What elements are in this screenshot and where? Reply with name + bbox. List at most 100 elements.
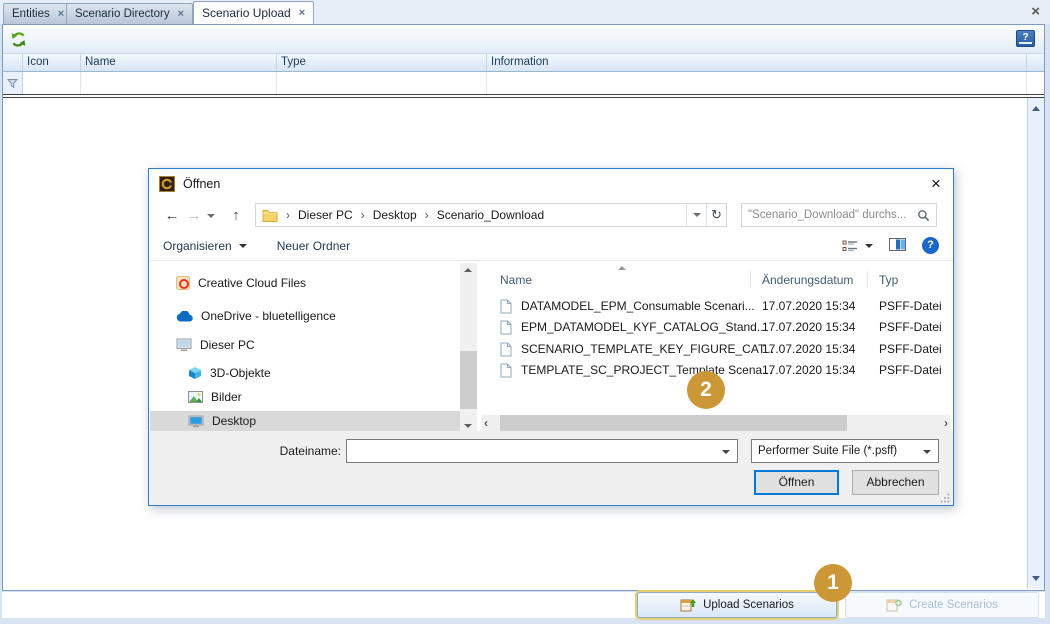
preview-pane-icon bbox=[889, 238, 906, 251]
grid-header: Icon Name Type Information bbox=[3, 54, 1044, 72]
horizontal-scrollbar[interactable]: ‹ › bbox=[482, 415, 950, 432]
filter-cell[interactable] bbox=[23, 72, 81, 94]
column-name[interactable]: Name bbox=[500, 273, 532, 287]
chevron-down-icon bbox=[923, 450, 931, 454]
search-placeholder: "Scenario_Download" durchs... bbox=[748, 209, 906, 221]
file-row[interactable]: EPM_DATAMODEL_KYF_CATALOG_Stand... 17.07… bbox=[480, 317, 944, 338]
search-input[interactable]: "Scenario_Download" durchs... bbox=[741, 203, 937, 227]
filter-cell[interactable] bbox=[81, 72, 277, 94]
file-icon bbox=[500, 363, 512, 378]
filename-input[interactable] bbox=[351, 441, 715, 461]
pictures-icon bbox=[188, 391, 203, 403]
file-date: 17.07.2020 15:34 bbox=[762, 299, 855, 313]
filter-cell[interactable] bbox=[277, 72, 487, 94]
new-folder-button[interactable]: Neuer Ordner bbox=[277, 239, 350, 253]
sidebar-item-creative-cloud-files[interactable]: Creative Cloud Files bbox=[150, 273, 460, 293]
filetype-select[interactable]: Performer Suite File (*.psff) bbox=[751, 439, 939, 463]
address-dropdown-icon[interactable] bbox=[686, 204, 706, 226]
create-scenarios-label: Create Scenarios bbox=[909, 599, 998, 611]
search-icon bbox=[917, 209, 930, 222]
close-icon[interactable]: × bbox=[58, 8, 64, 20]
breadcrumb-separator: › bbox=[417, 208, 437, 222]
sidebar-item-bilder[interactable]: Bilder bbox=[150, 387, 460, 407]
close-icon[interactable]: × bbox=[299, 7, 305, 19]
dialog-body: Creative Cloud Files OneDrive - bluetell… bbox=[150, 263, 952, 433]
sidebar-label: 3D-Objekte bbox=[210, 366, 271, 380]
cancel-button[interactable]: Abbrechen bbox=[852, 470, 939, 495]
upload-scenarios-button[interactable]: Upload Scenarios bbox=[637, 592, 837, 618]
filter-cell[interactable] bbox=[487, 72, 1027, 94]
breadcrumb-scenario-download[interactable]: Scenario_Download bbox=[437, 208, 544, 222]
help-icon[interactable]: ? bbox=[1016, 30, 1035, 47]
file-date: 17.07.2020 15:34 bbox=[762, 320, 855, 334]
grid-header-name[interactable]: Name bbox=[81, 54, 277, 71]
file-type: PSFF-Datei bbox=[879, 299, 942, 313]
action-bar: Upload Scenarios Create Scenarios bbox=[2, 592, 1045, 618]
breadcrumb-dieser-pc[interactable]: Dieser PC bbox=[298, 208, 353, 222]
close-icon[interactable]: × bbox=[1031, 4, 1040, 19]
sidebar-item-onedrive[interactable]: OneDrive - bluetelligence bbox=[150, 306, 460, 326]
file-icon bbox=[500, 342, 512, 357]
column-divider[interactable] bbox=[867, 271, 868, 287]
open-button[interactable]: Öffnen bbox=[754, 470, 839, 495]
back-icon[interactable]: ← bbox=[161, 207, 183, 224]
grid-filter-row bbox=[3, 72, 1044, 94]
organize-menu-button[interactable]: Organisieren bbox=[163, 239, 247, 253]
history-chevron-down-icon[interactable] bbox=[207, 214, 215, 218]
scroll-up-icon[interactable] bbox=[1032, 106, 1040, 111]
file-name: TEMPLATE_SC_PROJECT_Template Scena... bbox=[521, 363, 772, 377]
close-icon[interactable]: × bbox=[921, 174, 951, 194]
scroll-right-icon[interactable]: › bbox=[944, 416, 948, 430]
column-divider[interactable] bbox=[750, 271, 751, 287]
new-folder-label: Neuer Ordner bbox=[277, 239, 350, 253]
filter-funnel-icon[interactable] bbox=[3, 72, 23, 94]
upload-icon bbox=[680, 598, 696, 613]
tab-scenario-directory[interactable]: Scenario Directory × bbox=[66, 3, 193, 24]
breadcrumb-desktop[interactable]: Desktop bbox=[373, 208, 417, 222]
step-badge-2: 2 bbox=[687, 371, 725, 409]
tab-scenario-upload[interactable]: Scenario Upload × bbox=[193, 1, 314, 24]
tab-entities[interactable]: Entities × bbox=[3, 3, 73, 24]
folder-icon bbox=[262, 209, 278, 222]
file-type: PSFF-Datei bbox=[879, 320, 942, 334]
grid-header-type[interactable]: Type bbox=[277, 54, 487, 71]
preview-pane-button[interactable] bbox=[889, 238, 906, 254]
close-icon[interactable]: × bbox=[178, 8, 184, 20]
view-options-button[interactable] bbox=[842, 240, 873, 252]
app-window: Entities × Scenario Directory × Scenario… bbox=[0, 0, 1050, 624]
help-icon[interactable]: ? bbox=[922, 237, 939, 254]
filetype-value: Performer Suite File (*.psff) bbox=[758, 445, 897, 457]
address-refresh-icon[interactable]: ↻ bbox=[706, 204, 726, 226]
file-icon bbox=[500, 299, 512, 314]
file-type: PSFF-Datei bbox=[879, 342, 942, 356]
scroll-down-icon[interactable] bbox=[464, 424, 472, 428]
sidebar-item-3d-objekte[interactable]: 3D-Objekte bbox=[150, 363, 460, 383]
scroll-down-icon[interactable] bbox=[1032, 576, 1040, 581]
scrollbar-thumb[interactable] bbox=[460, 351, 477, 409]
sidebar-item-desktop[interactable]: Desktop bbox=[150, 411, 460, 431]
dialog-titlebar[interactable]: Öffnen × bbox=[149, 169, 953, 199]
organize-label: Organisieren bbox=[163, 239, 232, 253]
creative-cloud-icon bbox=[176, 276, 190, 290]
vertical-scrollbar[interactable] bbox=[1027, 98, 1044, 589]
filename-combobox[interactable] bbox=[346, 439, 738, 463]
file-name: SCENARIO_TEMPLATE_KEY_FIGURE_CAT... bbox=[521, 342, 774, 356]
scroll-left-icon[interactable]: ‹ bbox=[484, 416, 488, 430]
column-type[interactable]: Typ bbox=[879, 273, 898, 287]
file-row[interactable]: SCENARIO_TEMPLATE_KEY_FIGURE_CAT... 17.0… bbox=[480, 339, 944, 360]
sidebar-scrollbar[interactable] bbox=[460, 263, 477, 433]
column-date[interactable]: Änderungsdatum bbox=[762, 273, 853, 287]
sidebar-item-dieser-pc[interactable]: Dieser PC bbox=[150, 335, 460, 355]
pc-icon bbox=[176, 338, 192, 352]
scrollbar-thumb[interactable] bbox=[500, 415, 847, 432]
scroll-up-icon[interactable] bbox=[464, 268, 472, 272]
grid-header-information[interactable]: Information bbox=[487, 54, 1027, 71]
address-bar[interactable]: › Dieser PC › Desktop › Scenario_Downloa… bbox=[255, 203, 727, 227]
up-icon[interactable]: ↑ bbox=[225, 207, 247, 224]
refresh-icon[interactable] bbox=[10, 31, 28, 49]
resize-grip[interactable] bbox=[940, 493, 950, 503]
chevron-down-icon[interactable] bbox=[722, 450, 730, 454]
grid-header-icon[interactable]: Icon bbox=[23, 54, 81, 71]
file-row[interactable]: DATAMODEL_EPM_Consumable Scenari... 17.0… bbox=[480, 296, 944, 317]
sidebar-label: OneDrive - bluetelligence bbox=[201, 309, 336, 323]
